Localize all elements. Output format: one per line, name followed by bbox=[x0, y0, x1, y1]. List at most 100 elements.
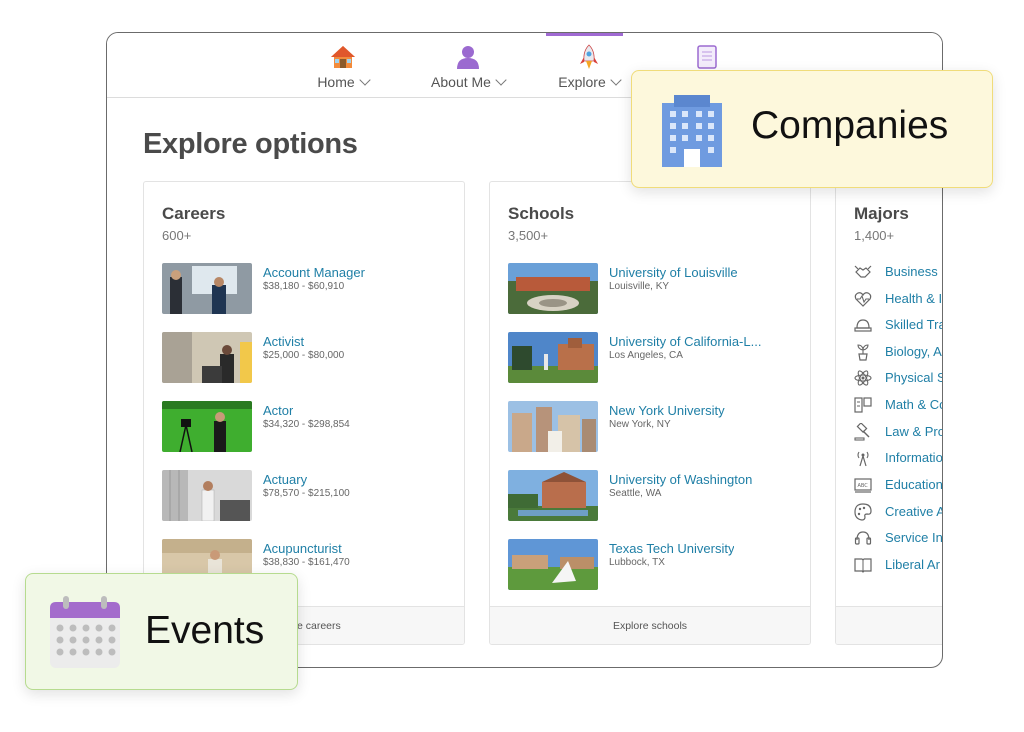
book-icon bbox=[854, 558, 872, 573]
career-name[interactable]: Account Manager bbox=[263, 265, 365, 280]
atom-icon bbox=[854, 370, 872, 386]
school-row[interactable]: New York University New York, NY bbox=[508, 401, 808, 453]
career-name[interactable]: Activist bbox=[263, 334, 304, 349]
nav-about-label: About Me bbox=[431, 74, 491, 90]
major-row[interactable]: Service In bbox=[854, 528, 942, 548]
career-salary: $38,830 - $161,470 bbox=[263, 557, 350, 568]
school-location: Los Angeles, CA bbox=[609, 350, 683, 361]
notepad-icon bbox=[697, 45, 717, 69]
career-name[interactable]: Acupuncturist bbox=[263, 541, 342, 556]
school-name[interactable]: University of Washington bbox=[609, 472, 752, 487]
major-label[interactable]: Law & Pro bbox=[885, 424, 942, 439]
school-location: Louisville, KY bbox=[609, 281, 670, 292]
major-label[interactable]: Business bbox=[885, 264, 938, 279]
heartbeat-icon bbox=[854, 292, 872, 307]
nav-active-indicator bbox=[546, 33, 623, 36]
career-row[interactable]: Actuary $78,570 - $215,100 bbox=[162, 470, 462, 522]
career-salary: $78,570 - $215,100 bbox=[263, 488, 350, 499]
major-label[interactable]: Liberal Ar bbox=[885, 557, 940, 572]
career-photo bbox=[162, 263, 252, 314]
svg-text:ABC: ABC bbox=[858, 483, 869, 489]
companies-label: Companies bbox=[751, 104, 949, 147]
major-label[interactable]: Informatio bbox=[885, 450, 942, 465]
school-row[interactable]: University of Washington Seattle, WA bbox=[508, 470, 808, 522]
careers-count: 600+ bbox=[162, 228, 192, 243]
major-row[interactable]: Skilled Tra bbox=[854, 315, 942, 335]
major-label[interactable]: Physical S bbox=[885, 370, 942, 385]
career-salary: $38,180 - $60,910 bbox=[263, 281, 345, 292]
career-row[interactable]: Actor $34,320 - $298,854 bbox=[162, 401, 462, 453]
school-name[interactable]: Texas Tech University bbox=[609, 541, 734, 556]
major-label[interactable]: Health & I bbox=[885, 291, 942, 306]
plant-icon bbox=[857, 344, 869, 361]
palette-icon bbox=[854, 503, 872, 521]
major-row[interactable]: Physical S bbox=[854, 368, 942, 388]
calculator-icon bbox=[854, 397, 872, 413]
major-label[interactable]: Creative A bbox=[885, 504, 942, 519]
person-icon bbox=[457, 46, 479, 69]
nav-explore[interactable]: Explore bbox=[553, 33, 625, 98]
career-salary: $25,000 - $80,000 bbox=[263, 350, 345, 361]
major-row[interactable]: Biology, A bbox=[854, 342, 942, 362]
major-label[interactable]: Service In bbox=[885, 530, 942, 545]
nav-home-label: Home bbox=[317, 74, 355, 90]
majors-count: 1,400+ bbox=[854, 228, 895, 243]
school-name[interactable]: New York University bbox=[609, 403, 725, 418]
chalkboard-icon: ABC bbox=[854, 478, 872, 493]
major-label[interactable]: Math & Co bbox=[885, 397, 942, 412]
house-icon bbox=[331, 46, 355, 68]
major-label[interactable]: Education bbox=[885, 477, 942, 492]
career-name[interactable]: Actuary bbox=[263, 472, 307, 487]
headset-icon bbox=[854, 531, 872, 545]
majors-card: Majors 1,400+ Business Health & I Skille… bbox=[835, 181, 942, 645]
building-icon bbox=[662, 95, 722, 167]
major-row[interactable]: Informatio bbox=[854, 448, 942, 468]
school-photo bbox=[508, 539, 598, 590]
career-photo bbox=[162, 470, 252, 521]
explore-majors-link[interactable] bbox=[836, 606, 942, 644]
explore-schools-link[interactable]: Explore schools bbox=[490, 606, 810, 644]
hardhat-icon bbox=[854, 319, 872, 332]
major-row[interactable]: Law & Pro bbox=[854, 422, 942, 442]
major-row[interactable]: Health & I bbox=[854, 289, 942, 309]
nav-about-me[interactable]: About Me bbox=[425, 33, 511, 98]
career-salary: $34,320 - $298,854 bbox=[263, 419, 350, 430]
schools-card: Schools 3,500+ University of Louisville … bbox=[489, 181, 811, 645]
school-photo bbox=[508, 470, 598, 521]
events-label: Events bbox=[145, 609, 265, 652]
antenna-icon bbox=[857, 451, 869, 467]
school-name[interactable]: University of Louisville bbox=[609, 265, 738, 280]
major-row[interactable]: Liberal Ar bbox=[854, 555, 942, 575]
rocket-icon bbox=[580, 44, 598, 69]
majors-title: Majors bbox=[854, 204, 909, 223]
school-photo bbox=[508, 332, 598, 383]
career-row[interactable]: Activist $25,000 - $80,000 bbox=[162, 332, 462, 384]
school-name[interactable]: University of California-L... bbox=[609, 334, 761, 349]
nav-home[interactable]: Home bbox=[311, 33, 375, 98]
career-photo bbox=[162, 401, 252, 452]
major-row[interactable]: Business bbox=[854, 262, 942, 282]
school-photo bbox=[508, 263, 598, 314]
nav-explore-label: Explore bbox=[558, 74, 606, 90]
schools-count: 3,500+ bbox=[508, 228, 549, 243]
chevron-down-icon bbox=[359, 74, 371, 86]
careers-title: Careers bbox=[162, 204, 226, 223]
major-row[interactable]: ABC Education bbox=[854, 475, 942, 495]
school-row[interactable]: University of Louisville Louisville, KY bbox=[508, 263, 808, 315]
major-label[interactable]: Biology, A bbox=[885, 344, 942, 359]
gavel-icon bbox=[854, 423, 870, 441]
chevron-down-icon bbox=[610, 74, 622, 86]
companies-callout[interactable]: Companies bbox=[631, 70, 993, 188]
schools-title: Schools bbox=[508, 204, 575, 223]
events-callout[interactable]: Events bbox=[25, 573, 298, 690]
chevron-down-icon bbox=[495, 74, 507, 86]
page-title: Explore options bbox=[143, 128, 358, 160]
major-row[interactable]: Math & Co bbox=[854, 395, 942, 415]
major-row[interactable]: Creative A bbox=[854, 502, 942, 522]
career-row[interactable]: Account Manager $38,180 - $60,910 bbox=[162, 263, 462, 315]
major-label[interactable]: Skilled Tra bbox=[885, 317, 942, 332]
school-row[interactable]: University of California-L... Los Angele… bbox=[508, 332, 808, 384]
school-row[interactable]: Texas Tech University Lubbock, TX bbox=[508, 539, 808, 591]
career-name[interactable]: Actor bbox=[263, 403, 293, 418]
calendar-icon bbox=[50, 596, 120, 668]
